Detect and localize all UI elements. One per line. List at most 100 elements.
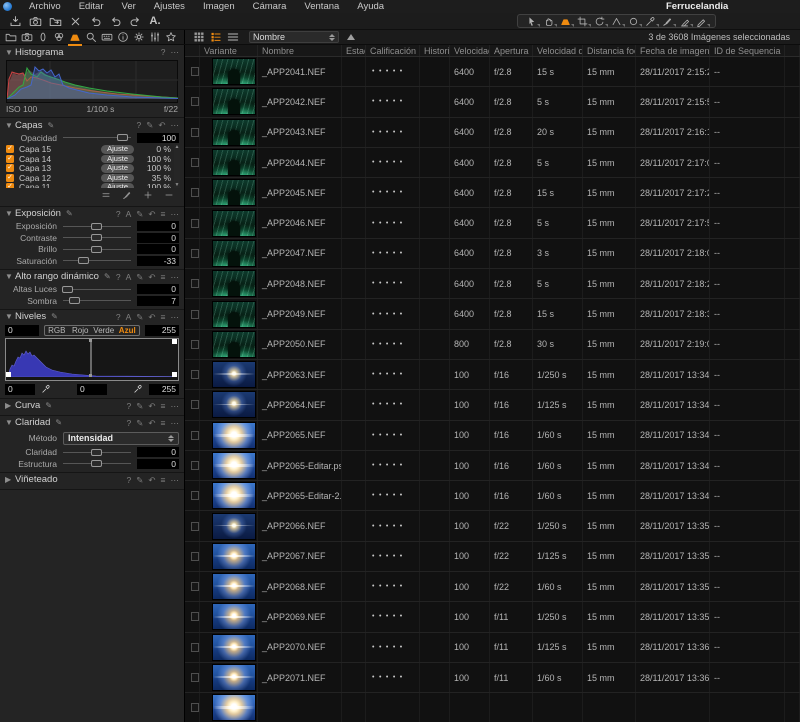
slider-handle[interactable] xyxy=(91,234,102,241)
brush-icon[interactable]: ✎ xyxy=(136,473,143,487)
highlight-picker-icon[interactable] xyxy=(133,384,143,394)
edit-pencil-icon[interactable]: ✎ xyxy=(45,401,52,410)
levels-highlight-value[interactable]: 255 xyxy=(149,384,179,395)
filmstrip-view-button[interactable] xyxy=(224,30,241,44)
table-row[interactable]: _APP2042.NEF•••••6400f/2.85 s15 mm28/11/… xyxy=(185,87,800,117)
list-view-button[interactable] xyxy=(207,30,224,44)
method-select[interactable]: Intensidad xyxy=(63,432,179,445)
table-row[interactable]: _APP2048.NEF•••••6400f/2.85 s15 mm28/11/… xyxy=(185,269,800,299)
table-row[interactable]: _APP2069.NEF•••••100f/111/250 s15 mm28/1… xyxy=(185,602,800,632)
image-thumbnail[interactable] xyxy=(212,543,256,570)
layer-checkbox[interactable]: ✓ xyxy=(6,183,14,187)
column-header-distancia-focal[interactable]: Distancia focal xyxy=(583,45,636,56)
table-row[interactable]: _APP2066.NEF•••••100f/221/250 s15 mm28/1… xyxy=(185,511,800,541)
tool-tab-process[interactable] xyxy=(147,30,163,45)
collapse-chevron-icon[interactable]: ▼ xyxy=(5,209,15,218)
remove-layer-button[interactable] xyxy=(164,190,174,203)
collapse-chevron-icon[interactable]: ▼ xyxy=(5,418,15,427)
import-button[interactable] xyxy=(5,14,25,29)
image-thumbnail[interactable] xyxy=(212,119,256,146)
tool-tab-keyboard[interactable] xyxy=(99,30,115,45)
rating-dots[interactable]: ••••• xyxy=(370,311,407,318)
sort-field-select[interactable]: Nombre xyxy=(249,31,339,43)
channel-tab-verde[interactable]: Verde xyxy=(92,326,116,335)
erase-mask-tool[interactable] xyxy=(676,15,693,27)
tool-tab-settings[interactable] xyxy=(131,30,147,45)
menu-editar[interactable]: Editar xyxy=(70,1,113,12)
crop-tool[interactable] xyxy=(574,15,591,27)
help-icon[interactable]: ? xyxy=(127,416,132,430)
brush-icon[interactable]: ✎ xyxy=(136,270,143,284)
slider-value[interactable]: -33 xyxy=(137,256,179,266)
slider-value[interactable]: 0 xyxy=(137,233,179,243)
slider-handle[interactable] xyxy=(69,297,80,304)
table-row[interactable]: _APP2067.NEF•••••100f/221/125 s15 mm28/1… xyxy=(185,542,800,572)
rating-dots[interactable]: ••••• xyxy=(370,159,407,166)
layer-row[interactable]: ✓Capa 14Ajuste100 % xyxy=(4,154,180,164)
table-row[interactable]: _APP2065.NEF•••••100f/161/60 s15 mm28/11… xyxy=(185,421,800,451)
grid-view-button[interactable] xyxy=(190,30,207,44)
image-thumbnail[interactable] xyxy=(212,603,256,630)
shadow-picker-icon[interactable] xyxy=(41,384,51,394)
slider-handle[interactable] xyxy=(91,460,102,467)
slider-value[interactable]: 7 xyxy=(137,296,179,306)
menu-imagen[interactable]: Imagen xyxy=(194,1,244,12)
brush-icon[interactable]: ✎ xyxy=(136,310,143,324)
app-logo-icon[interactable] xyxy=(3,2,12,11)
undo-icon[interactable]: ↶ xyxy=(148,416,155,430)
menu-archivo[interactable]: Archivo xyxy=(20,1,70,12)
rating-dots[interactable]: ••••• xyxy=(370,492,407,499)
rating-dots[interactable]: ••••• xyxy=(370,98,407,105)
hdr-slider[interactable] xyxy=(63,296,131,305)
tool-tab-adjustments[interactable] xyxy=(67,30,83,45)
rating-dots[interactable]: ••••• xyxy=(370,129,407,136)
image-thumbnail[interactable] xyxy=(212,694,256,721)
layer-brush-button[interactable] xyxy=(122,190,132,203)
column-header-apertura[interactable]: Apertura xyxy=(490,45,533,56)
delete-button[interactable] xyxy=(65,14,85,29)
table-row[interactable]: _APP2046.NEF•••••6400f/2.85 s15 mm28/11/… xyxy=(185,208,800,238)
add-layer-button[interactable] xyxy=(143,190,153,203)
menu-ajustes[interactable]: Ajustes xyxy=(145,1,194,12)
layer-list-button[interactable] xyxy=(101,190,111,203)
rating-dots[interactable]: ••••• xyxy=(370,280,407,287)
table-row[interactable]: _APP2063.NEF•••••100f/161/250 s15 mm28/1… xyxy=(185,360,800,390)
more-icon[interactable]: ⋯ xyxy=(171,270,180,284)
row-checkbox[interactable] xyxy=(191,310,199,319)
sort-ascending-icon[interactable] xyxy=(347,34,355,40)
more-icon[interactable]: ⋯ xyxy=(171,399,180,413)
redo-button[interactable] xyxy=(125,14,145,29)
slider-handle[interactable] xyxy=(62,286,73,293)
edit-pencil-icon[interactable]: ✎ xyxy=(104,272,111,281)
menu-icon[interactable]: ≡ xyxy=(161,399,166,413)
reset-button[interactable] xyxy=(85,14,105,29)
layer-checkbox[interactable]: ✓ xyxy=(6,145,14,153)
row-checkbox[interactable] xyxy=(191,582,199,591)
undo-icon[interactable]: ↶ xyxy=(148,399,155,413)
slider-value[interactable]: 0 xyxy=(137,459,179,469)
rating-dots[interactable]: ••••• xyxy=(370,523,407,530)
undo-icon[interactable]: ↶ xyxy=(158,118,165,132)
slider-handle[interactable] xyxy=(91,223,102,230)
image-thumbnail[interactable] xyxy=(212,179,256,206)
layer-checkbox[interactable]: ✓ xyxy=(6,174,14,182)
row-checkbox[interactable] xyxy=(191,461,199,470)
channel-tab-rojo[interactable]: Rojo xyxy=(69,326,93,335)
image-thumbnail[interactable] xyxy=(212,331,256,358)
menu-icon[interactable]: ≡ xyxy=(161,310,166,324)
table-row[interactable]: _APP2068.NEF•••••100f/221/60 s15 mm28/11… xyxy=(185,572,800,602)
rating-dots[interactable]: ••••• xyxy=(370,341,407,348)
help-icon[interactable]: ? xyxy=(116,310,121,324)
menu-icon[interactable]: ≡ xyxy=(161,207,166,221)
image-thumbnail[interactable] xyxy=(212,452,256,479)
column-header-velocidad-del-ob-[interactable]: Velocidad del ob… xyxy=(533,45,583,56)
column-header-calificaci-n[interactable]: Calificación xyxy=(366,45,420,56)
undo-icon[interactable]: ↶ xyxy=(148,310,155,324)
column-header-fecha-de-imagen[interactable]: Fecha de imagen xyxy=(636,45,710,56)
more-icon[interactable]: ⋯ xyxy=(171,473,180,487)
column-header-variante[interactable]: Variante xyxy=(200,45,258,56)
claridad-slider[interactable] xyxy=(63,459,131,468)
row-checkbox[interactable] xyxy=(191,703,199,712)
slider-handle[interactable] xyxy=(91,246,102,253)
more-icon[interactable]: ⋯ xyxy=(171,118,180,132)
